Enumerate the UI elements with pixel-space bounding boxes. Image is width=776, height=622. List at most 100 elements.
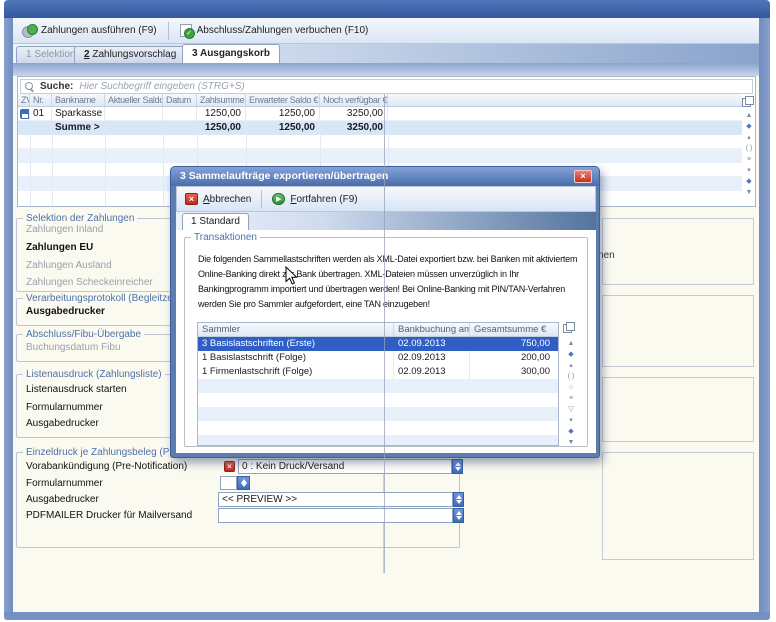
continue-label: Fortfahren (F9) (290, 194, 357, 205)
search-bar[interactable]: Suche: Hier Suchbegriff eingeben (STRG+S… (20, 79, 753, 94)
cancel-button[interactable]: × Abbrechen (177, 189, 259, 209)
col-gesamtsumme[interactable]: Gesamtsumme € (470, 323, 558, 337)
execute-payments-button[interactable]: Zahlungen ausführen (F9) (13, 20, 166, 42)
group-title: Transaktionen (191, 232, 260, 243)
formularnummer-input[interactable] (220, 476, 237, 490)
tab-standard[interactable]: 1 Standard (182, 213, 249, 230)
cancel-label: Abbrechen (203, 194, 251, 205)
sidebar-item-pdfmailer[interactable]: PDFMAILER Drucker für Mailversand (26, 510, 192, 521)
sidebar-item-vorabankuendigung[interactable]: Vorabankündigung (Pre-Notification) (26, 461, 187, 472)
dialog-tab-strip: 1 Standard (176, 212, 596, 230)
grid-line (30, 135, 31, 205)
col-sammler[interactable]: Sammler (198, 323, 394, 337)
sidebar-item-formularnummer-1[interactable]: Formularnummer (26, 402, 103, 413)
close-icon[interactable]: × (574, 170, 592, 183)
cell-bankbuchung: 02.09.2013 (394, 351, 470, 365)
sidebar-item-ausgabedrucker-3[interactable]: Ausgabedrucker (26, 494, 99, 505)
coins-play-icon (22, 24, 36, 37)
empty-row (18, 149, 742, 163)
grid-line (105, 135, 106, 205)
col-nr[interactable]: Nr. (30, 94, 52, 107)
sidebar-item-zahlungen-inland[interactable]: Zahlungen Inland (26, 224, 103, 235)
nav-list-icon: ≡ (747, 154, 751, 165)
search-icon (25, 82, 34, 91)
table-nav-strip[interactable]: ▲◆▴ ( )≡ ▾◆▼ (742, 110, 756, 198)
sammler-table: Sammler Bankbuchung am Gesamtsumme € 3 B… (197, 322, 559, 446)
dialog-nav-strip[interactable]: ▲◆▴ ( )○≡ ▽▾◆▼ (563, 338, 579, 448)
cell-gesamtsumme: 750,00 (470, 337, 554, 351)
tab-zahlungsvorschlag[interactable]: 2 Zahlungsvorschlag (74, 46, 186, 63)
nav-last-icon: ▼ (568, 437, 575, 448)
col-aktueller-saldo[interactable]: Aktueller Saldo € (105, 94, 163, 107)
nav-up-icon: ◆ (746, 121, 751, 132)
clipped-label-fragment: nen (598, 250, 615, 261)
book-payments-button[interactable]: Abschluss/Zahlungen verbuchen (F10) (171, 20, 378, 42)
col-noch-verfuegbar[interactable]: Noch verfügbar € (320, 94, 388, 107)
tab-ausgangskorb[interactable]: 3 Ausgangskorb (182, 44, 280, 63)
sidebar-item-listenausdruck-starten[interactable]: Listenausdruck starten (26, 384, 127, 395)
table-sum-row: Summe > 1250,00 1250,00 3250,00 (18, 121, 742, 135)
window-border-bottom (4, 612, 770, 620)
sidebar-item-zahlungen-eu[interactable]: Zahlungen EU (26, 242, 93, 253)
search-placeholder: Hier Suchbegriff eingeben (STRG+S) (79, 81, 244, 92)
ausgabedrucker-dropdown-button[interactable] (453, 492, 464, 507)
window-title-bar (4, 0, 770, 18)
cell-zahlsumme: 1250,00 (197, 107, 246, 121)
nav-search-icon: ○ (569, 382, 573, 393)
nav-next-icon: ▾ (569, 415, 573, 426)
sidebar-item-ausgabedrucker-1[interactable]: Ausgabedrucker (26, 306, 105, 317)
formularnummer-spinner[interactable] (237, 476, 250, 490)
pdfmailer-select[interactable] (218, 508, 453, 523)
table-row-sparkasse[interactable]: 01 Sparkasse 1250,00 1250,00 3250,00 (18, 107, 742, 121)
nav-first-icon: ▲ (746, 110, 753, 121)
col-zv[interactable]: ZV (18, 94, 30, 107)
grid-line (163, 135, 164, 205)
ausgabedrucker-select[interactable]: << PREVIEW >> (218, 492, 453, 507)
sidebar-item-buchungsdatum-fibu[interactable]: Buchungsdatum Fibu (26, 342, 121, 353)
col-erwarteter-saldo[interactable]: Erwarteter Saldo € (246, 94, 320, 107)
sum-erwarteter-saldo: 1250,00 (246, 121, 320, 135)
sum-label: Summe > (52, 121, 105, 135)
red-x-icon: × (224, 461, 235, 472)
nav-prev-icon: ▴ (569, 360, 573, 371)
pdfmailer-dropdown-button[interactable] (453, 508, 464, 523)
nav-first-icon: ▲ (568, 338, 575, 349)
sidebar-item-formularnummer-2[interactable]: Formularnummer (26, 478, 103, 489)
cell-sammler: 3 Basislastschriften (Erste) (198, 337, 394, 351)
empty-row (198, 421, 558, 435)
floppy-transfer-icon (20, 109, 30, 119)
group-title: Selektion der Zahlungen (23, 213, 137, 224)
mouse-cursor (285, 266, 298, 285)
sidebar-item-zahlungen-ausland[interactable]: Zahlungen Ausland (26, 260, 112, 271)
search-label: Suche: (40, 81, 73, 92)
vorabankuendigung-dropdown-button[interactable] (452, 459, 463, 474)
sum-noch-verfuegbar: 3250,00 (320, 121, 388, 135)
sammler-row-1[interactable]: 3 Basislastschriften (Erste) 02.09.2013 … (198, 337, 558, 351)
nav-filter-icon: ▽ (568, 404, 573, 415)
grid-line (52, 135, 53, 205)
col-datum[interactable]: Datum (163, 94, 197, 107)
cell-erwarteter-saldo: 1250,00 (246, 107, 320, 121)
vorabankuendigung-select[interactable]: 0 : Kein Druck/Versand (238, 459, 452, 474)
tab-content-top-band (13, 63, 759, 76)
empty-row (198, 407, 558, 421)
dialog-toolbar-separator (261, 190, 262, 208)
sammler-row-3[interactable]: 1 Firmenlastschrift (Folge) 02.09.2013 3… (198, 365, 558, 379)
main-toolbar: Zahlungen ausführen (F9) Abschluss/Zahlu… (13, 18, 759, 44)
dialog-title[interactable]: 3 Sammelaufträge exportieren/übertragen (171, 167, 599, 186)
payments-table-header[interactable]: ZV Nr. Bankname Aktueller Saldo € Datum … (18, 94, 742, 107)
application-window: Zahlungen ausführen (F9) Abschluss/Zahlu… (0, 0, 776, 622)
col-bankbuchung[interactable]: Bankbuchung am (394, 323, 470, 337)
dialog-content: Transaktionen Die folgenden Sammellastsc… (176, 230, 596, 453)
nav-down-icon: ◆ (746, 176, 751, 187)
sammler-table-header[interactable]: Sammler Bankbuchung am Gesamtsumme € (198, 323, 558, 337)
green-arrow-icon: ▶ (272, 193, 285, 205)
sidebar-item-ausgabedrucker-2[interactable]: Ausgabedrucker (26, 418, 99, 429)
col-zahlsumme[interactable]: Zahlsumme € (197, 94, 246, 107)
continue-button[interactable]: ▶ Fortfahren (F9) (264, 189, 365, 209)
window-border-left (4, 18, 13, 612)
sidebar-item-zahlungen-scheckeinreicher[interactable]: Zahlungen Scheckeinreicher (26, 277, 153, 288)
col-bankname[interactable]: Bankname (52, 94, 105, 107)
empty-row (198, 435, 558, 445)
sammler-row-2[interactable]: 1 Basislastschrift (Folge) 02.09.2013 20… (198, 351, 558, 365)
